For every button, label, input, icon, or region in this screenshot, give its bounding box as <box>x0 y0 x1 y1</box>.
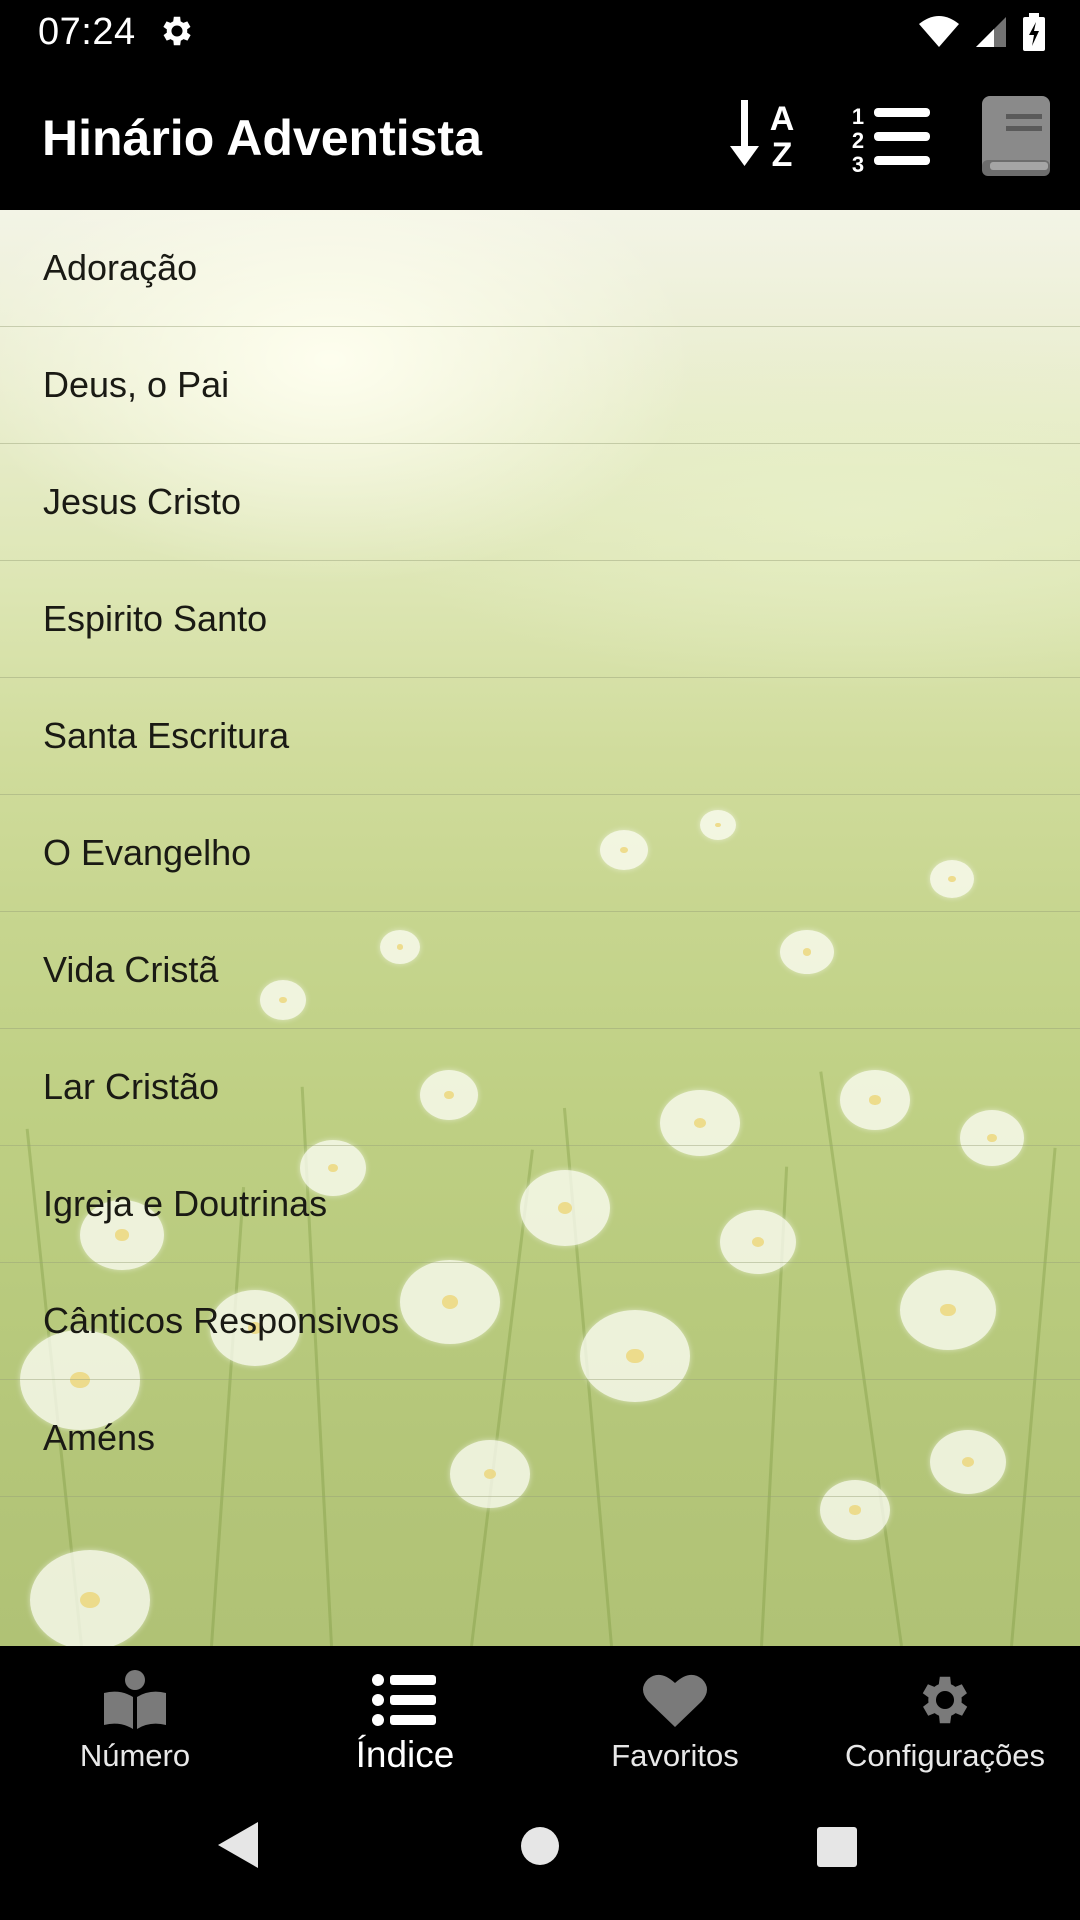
category-item[interactable]: Adoração <box>0 210 1080 327</box>
status-time: 07:24 <box>38 11 136 53</box>
nav-label: Índice <box>355 1734 455 1775</box>
category-item[interactable]: O Evangelho <box>0 795 1080 912</box>
system-navigation-bar <box>0 1790 1080 1920</box>
svg-text:1: 1 <box>852 104 864 129</box>
category-item[interactable]: Jesus Cristo <box>0 444 1080 561</box>
status-bar: 07:24 <box>0 0 1080 64</box>
status-indicators <box>918 12 1046 52</box>
sort-alpha-icon[interactable]: A Z <box>728 94 804 178</box>
recents-icon[interactable] <box>816 1826 858 1868</box>
svg-text:2: 2 <box>852 128 864 153</box>
category-item[interactable]: Lar Cristão <box>0 1029 1080 1146</box>
nav-label: Configurações <box>845 1738 1045 1773</box>
app-root: 07:24 Hinário Adventista A Z 1 2 3 Adora… <box>0 0 1080 1920</box>
bottom-navigation: Número Índice Favoritos Configurações <box>0 1646 1080 1790</box>
app-title: Hinário Adventista <box>42 110 482 166</box>
nav-item-favoritos[interactable]: Favoritos <box>540 1646 810 1790</box>
wifi-icon <box>919 16 959 47</box>
cell-signal-icon <box>976 17 1006 47</box>
heart-icon <box>642 1668 708 1732</box>
nav-item-configuracoes[interactable]: Configurações <box>810 1646 1080 1790</box>
category-item[interactable]: Améns <box>0 1380 1080 1497</box>
category-item[interactable]: Deus, o Pai <box>0 327 1080 444</box>
category-item[interactable]: Santa Escritura <box>0 678 1080 795</box>
nav-item-indice[interactable]: Índice <box>270 1646 540 1790</box>
svg-text:A: A <box>770 100 795 138</box>
category-item[interactable]: Cânticos Responsivos <box>0 1263 1080 1380</box>
app-bar: Hinário Adventista A Z 1 2 3 <box>0 64 1080 210</box>
open-book-icon <box>102 1668 168 1732</box>
battery-icon <box>1023 13 1045 51</box>
svg-text:Z: Z <box>772 136 793 174</box>
home-icon[interactable] <box>520 1826 560 1866</box>
list-icon <box>372 1668 438 1732</box>
gear-icon <box>914 1668 976 1732</box>
category-item[interactable]: Espirito Santo <box>0 561 1080 678</box>
book-icon[interactable] <box>980 94 1052 178</box>
back-icon[interactable] <box>216 1820 260 1870</box>
nav-label: Favoritos <box>611 1738 739 1773</box>
nav-item-numero[interactable]: Número <box>0 1646 270 1790</box>
settings-status-icon <box>163 16 191 46</box>
category-item[interactable]: Igreja e Doutrinas <box>0 1146 1080 1263</box>
category-list: Adoração Deus, o Pai Jesus Cristo Espiri… <box>0 210 1080 1497</box>
numbered-list-icon[interactable]: 1 2 3 <box>850 94 932 178</box>
nav-label: Número <box>79 1738 191 1773</box>
category-list-container[interactable]: Adoração Deus, o Pai Jesus Cristo Espiri… <box>0 210 1080 1646</box>
svg-text:3: 3 <box>852 152 864 177</box>
category-item[interactable]: Vida Cristã <box>0 912 1080 1029</box>
